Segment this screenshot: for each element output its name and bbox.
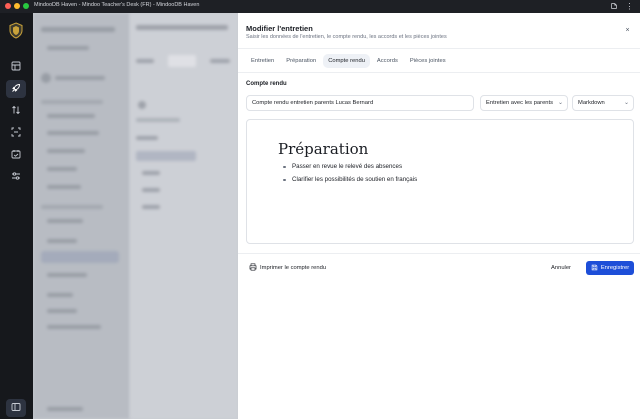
background-sidebar (33, 13, 130, 419)
report-title-input[interactable]: Compte rendu entretien parents Lucas Ber… (246, 95, 474, 111)
footer-divider (238, 253, 640, 254)
editor-heading: Préparation (278, 140, 369, 158)
tab-entretien[interactable]: Entretien (246, 54, 279, 68)
edit-meeting-panel: Modifier l'entretien Saisir les données … (238, 13, 640, 419)
maximize-window-button[interactable] (23, 3, 29, 9)
dashboard-icon (11, 58, 21, 76)
panel-title: Modifier l'entretien (246, 24, 313, 33)
list-item: Passer en revue le relevé des absences (283, 160, 417, 173)
save-label: Enregistrer (600, 265, 630, 271)
list-item: Clarifier les possibilités de soutien en… (283, 173, 417, 186)
panel-subtitle: Saisir les données de l'entretien, le co… (246, 34, 447, 40)
nav-rail (0, 13, 33, 419)
editor-bullet-list: Passer en revue le relevé des absences C… (283, 160, 417, 186)
chevron-down-icon: ⌄ (623, 100, 629, 106)
printer-icon (249, 263, 257, 273)
tab-preparation[interactable]: Préparation (281, 54, 321, 68)
report-editor[interactable]: Préparation Passer en revue le relevé de… (246, 119, 634, 244)
close-icon[interactable]: × (623, 26, 632, 35)
rocket-icon (11, 80, 21, 98)
rail-item-sort[interactable] (6, 102, 26, 120)
app-logo (8, 22, 24, 39)
scan-icon (11, 124, 21, 142)
more-vertical-icon[interactable]: ⋮ (625, 2, 634, 11)
section-label: Compte rendu (246, 81, 287, 87)
format-select[interactable]: Markdown ⌄ (572, 95, 634, 111)
minimize-window-button[interactable] (14, 3, 20, 9)
sliders-icon (11, 168, 21, 186)
chevron-down-icon: ⌄ (557, 100, 563, 106)
panel-toggle-icon (11, 399, 21, 417)
report-title-value: Compte rendu entretien parents Lucas Ber… (252, 100, 374, 106)
save-icon (591, 264, 598, 273)
sort-arrows-icon (11, 102, 21, 120)
tab-bar: Entretien Préparation Compte rendu Accor… (246, 54, 451, 68)
print-report-label: Imprimer le compte rendu (260, 265, 327, 271)
close-window-button[interactable] (5, 3, 11, 9)
calendar-check-icon (11, 146, 21, 164)
background-app (33, 13, 238, 419)
tabs-divider (238, 72, 640, 73)
cancel-button[interactable]: Annuler (551, 262, 571, 274)
rail-item-scan[interactable] (6, 124, 26, 142)
save-button[interactable]: Enregistrer (586, 261, 634, 275)
rail-item-dashboard[interactable] (6, 58, 26, 76)
rail-item-calendar[interactable] (6, 146, 26, 164)
title-bar: MindooDB Haven - Mindoo Teacher's Desk (… (0, 0, 640, 13)
rail-item-rocket[interactable] (6, 80, 26, 98)
print-report-button[interactable]: Imprimer le compte rendu (249, 262, 326, 274)
template-select[interactable]: Entretien avec les parents ⌄ (480, 95, 568, 111)
template-select-value: Entretien avec les parents (486, 100, 554, 106)
rail-item-settings[interactable] (6, 168, 26, 186)
format-select-value: Markdown (578, 100, 605, 106)
panel-toggle-button[interactable] (6, 399, 26, 417)
external-link-icon[interactable] (609, 2, 618, 11)
tab-pieces-jointes[interactable]: Pièces jointes (405, 54, 451, 68)
tab-accords[interactable]: Accords (372, 54, 403, 68)
background-main (130, 13, 238, 419)
panel-header: Modifier l'entretien Saisir les données … (238, 13, 640, 49)
window-title: MindooDB Haven - Mindoo Teacher's Desk (… (34, 2, 200, 8)
tab-compte-rendu[interactable]: Compte rendu (323, 54, 370, 68)
